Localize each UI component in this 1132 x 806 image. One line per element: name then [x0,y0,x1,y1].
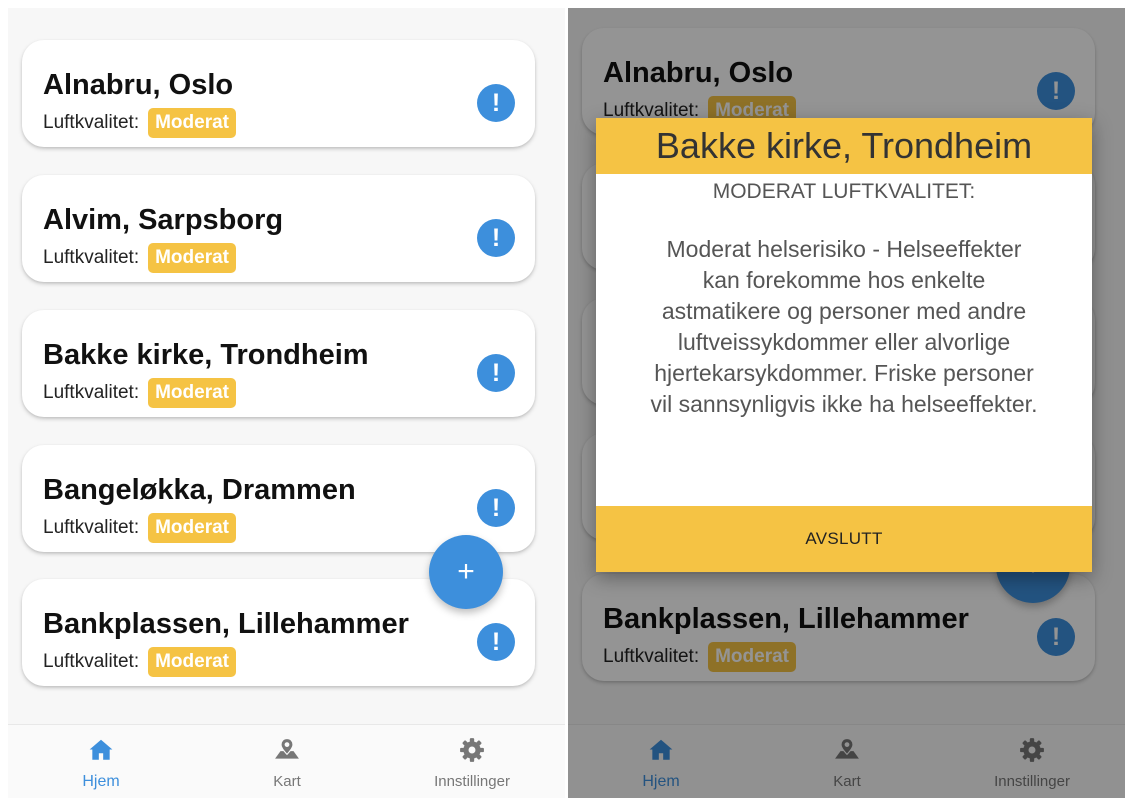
station-name: Bangeløkka, Drammen [43,474,356,506]
station-name: Alnabru, Oslo [43,69,234,101]
air-quality-row: Luftkvalitet: Moderat [43,513,237,543]
station-card[interactable]: Alvim, Sarpsborg Luftkvalitet: Moderat ! [22,175,535,282]
air-quality-label: Luftkvalitet: [43,651,140,672]
air-quality-row: Luftkvalitet: Moderat [43,378,237,408]
dialog-message: Moderat helserisiko - Helseeffekter kan … [596,234,1092,420]
air-quality-row: Luftkvalitet: Moderat [43,647,237,677]
air-quality-badge: Moderat [148,243,237,273]
tab-home[interactable]: Hjem [8,725,194,798]
air-quality-badge: Moderat [148,108,237,138]
air-quality-label: Luftkvalitet: [43,517,140,538]
info-icon[interactable]: ! [477,219,515,257]
air-quality-label: Luftkvalitet: [43,247,140,268]
home-icon [89,739,113,760]
dialog-header: Bakke kirke, Trondheim [596,118,1092,174]
info-icon[interactable]: ! [477,354,515,392]
air-quality-badge: Moderat [148,378,237,408]
add-station-button[interactable]: + [429,535,503,609]
tab-map[interactable]: Kart [194,725,380,798]
bottom-tab-bar: Hjem Kart Innstillinger [8,724,565,798]
air-quality-row: Luftkvalitet: Moderat [43,108,237,138]
dialog-heading: MODERAT LUFTKVALITET: [712,180,976,203]
dialog-message-line: kan forekomme hos enkelte [702,267,986,293]
dialog-message-line: hjertekarsykdommer. Friske personer [654,360,1034,386]
dialog-message-line: astmatikere og personer med andre [661,298,1027,324]
home-screen: Alnabru, Oslo Luftkvalitet: Moderat ! Al… [8,8,565,798]
dialog-message-line: luftveissykdommer eller alvorlige [677,329,1011,355]
home-screen-with-dialog: Alnabru, Oslo Luftkvalitet: Moderat ! Al… [568,8,1125,798]
close-dialog-button[interactable]: AVSLUTT [596,506,1092,572]
close-dialog-label: AVSLUTT [805,529,883,548]
dialog-title: Bakke kirke, Trondheim [655,125,1033,166]
info-icon[interactable]: ! [477,623,515,661]
station-card[interactable]: Alnabru, Oslo Luftkvalitet: Moderat ! [22,40,535,147]
gear-icon [460,738,484,762]
tab-label: Innstillinger [434,773,510,790]
station-card[interactable]: Bakke kirke, Trondheim Luftkvalitet: Mod… [22,310,535,417]
station-name: Alvim, Sarpsborg [43,204,284,236]
air-quality-badge: Moderat [148,513,237,543]
air-quality-label: Luftkvalitet: [43,112,140,133]
info-icon[interactable]: ! [477,84,515,122]
dialog-message-line: Moderat helserisiko - Helseeffekter [666,236,1022,262]
station-name: Bankplassen, Lillehammer [43,608,409,640]
tab-settings[interactable]: Innstillinger [379,725,565,798]
map-icon [275,738,299,759]
air-quality-badge: Moderat [148,647,237,677]
station-name: Bakke kirke, Trondheim [43,339,369,371]
dialog-message-line: vil sannsynligvis ikke ha helseeffekter. [650,391,1038,417]
tab-label: Kart [273,773,301,790]
info-icon[interactable]: ! [477,489,515,527]
air-quality-label: Luftkvalitet: [43,382,140,403]
tab-label: Hjem [82,773,120,790]
air-quality-row: Luftkvalitet: Moderat [43,243,237,273]
air-quality-dialog: Bakke kirke, Trondheim MODERAT LUFTKVALI… [596,118,1092,572]
